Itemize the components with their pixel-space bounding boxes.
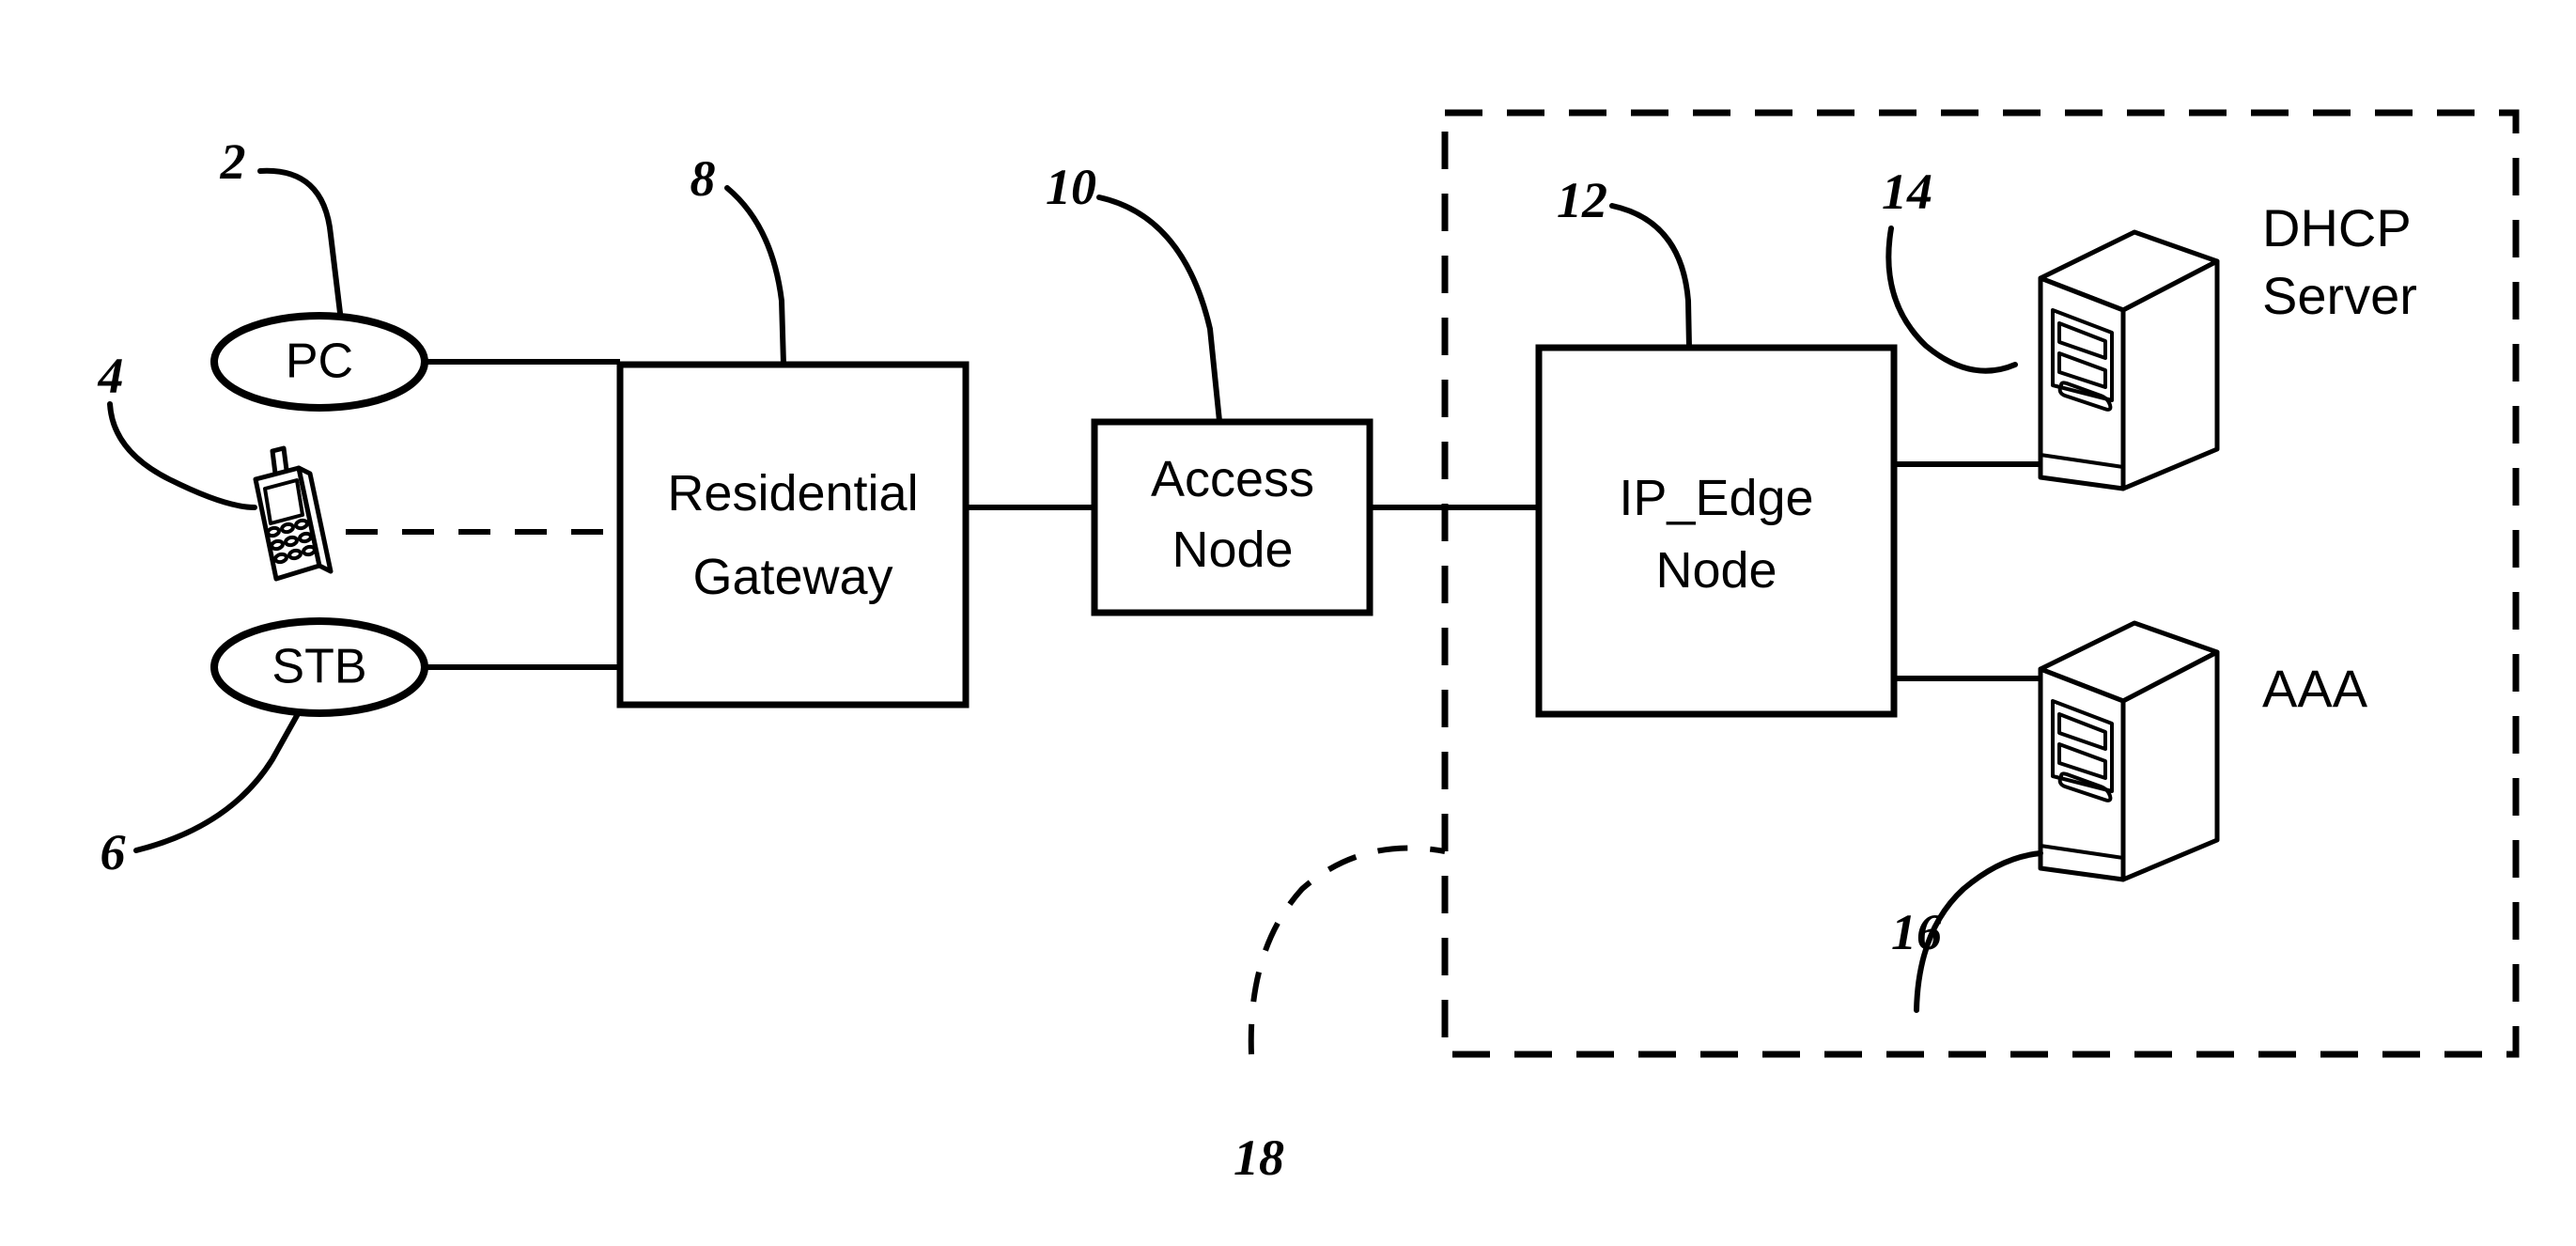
ref-numeral-10: 10 bbox=[1046, 159, 1096, 215]
canvas-background bbox=[0, 0, 2576, 1246]
node-residential-gateway[interactable]: Residential Gateway bbox=[616, 361, 970, 709]
access-node-label-line2: Node bbox=[1172, 522, 1293, 578]
ref-numeral-4: 4 bbox=[98, 348, 124, 404]
figure-canvas: PC STB Residential Gateway Access Node I… bbox=[0, 0, 2576, 1246]
ref-numeral-8: 8 bbox=[691, 150, 716, 207]
ref-numeral-16: 16 bbox=[1891, 904, 1942, 960]
dhcp-server-label-line1: DHCP bbox=[2262, 198, 2412, 257]
ref-numeral-12: 12 bbox=[1557, 172, 1607, 228]
ip-edge-node-label-line2: Node bbox=[1655, 542, 1777, 599]
node-stb[interactable]: STB bbox=[210, 617, 428, 717]
node-pc[interactable]: PC bbox=[210, 312, 428, 412]
ref-numeral-6: 6 bbox=[101, 824, 126, 880]
pc-label: PC bbox=[286, 335, 353, 389]
ref-numeral-2: 2 bbox=[220, 133, 246, 190]
ref-numeral-14: 14 bbox=[1882, 164, 1932, 220]
residential-gateway-label-line2: Gateway bbox=[692, 549, 892, 605]
network-diagram-svg: PC STB Residential Gateway Access Node I… bbox=[0, 0, 2576, 1246]
ref-numeral-18: 18 bbox=[1234, 1129, 1284, 1186]
access-node-label-line1: Access bbox=[1151, 451, 1314, 507]
ip-edge-node-box[interactable] bbox=[1535, 344, 1898, 718]
stb-label: STB bbox=[272, 640, 366, 694]
node-ip-edge-node[interactable]: IP_Edge Node bbox=[1535, 344, 1898, 718]
residential-gateway-label-line1: Residential bbox=[667, 465, 918, 522]
dhcp-server-label-line2: Server bbox=[2262, 266, 2417, 325]
aaa-server-label-line1: AAA bbox=[2262, 659, 2368, 718]
ip-edge-node-label-line1: IP_Edge bbox=[1619, 470, 1813, 526]
node-access-node[interactable]: Access Node bbox=[1091, 418, 1373, 616]
residential-gateway-box[interactable] bbox=[616, 361, 970, 709]
